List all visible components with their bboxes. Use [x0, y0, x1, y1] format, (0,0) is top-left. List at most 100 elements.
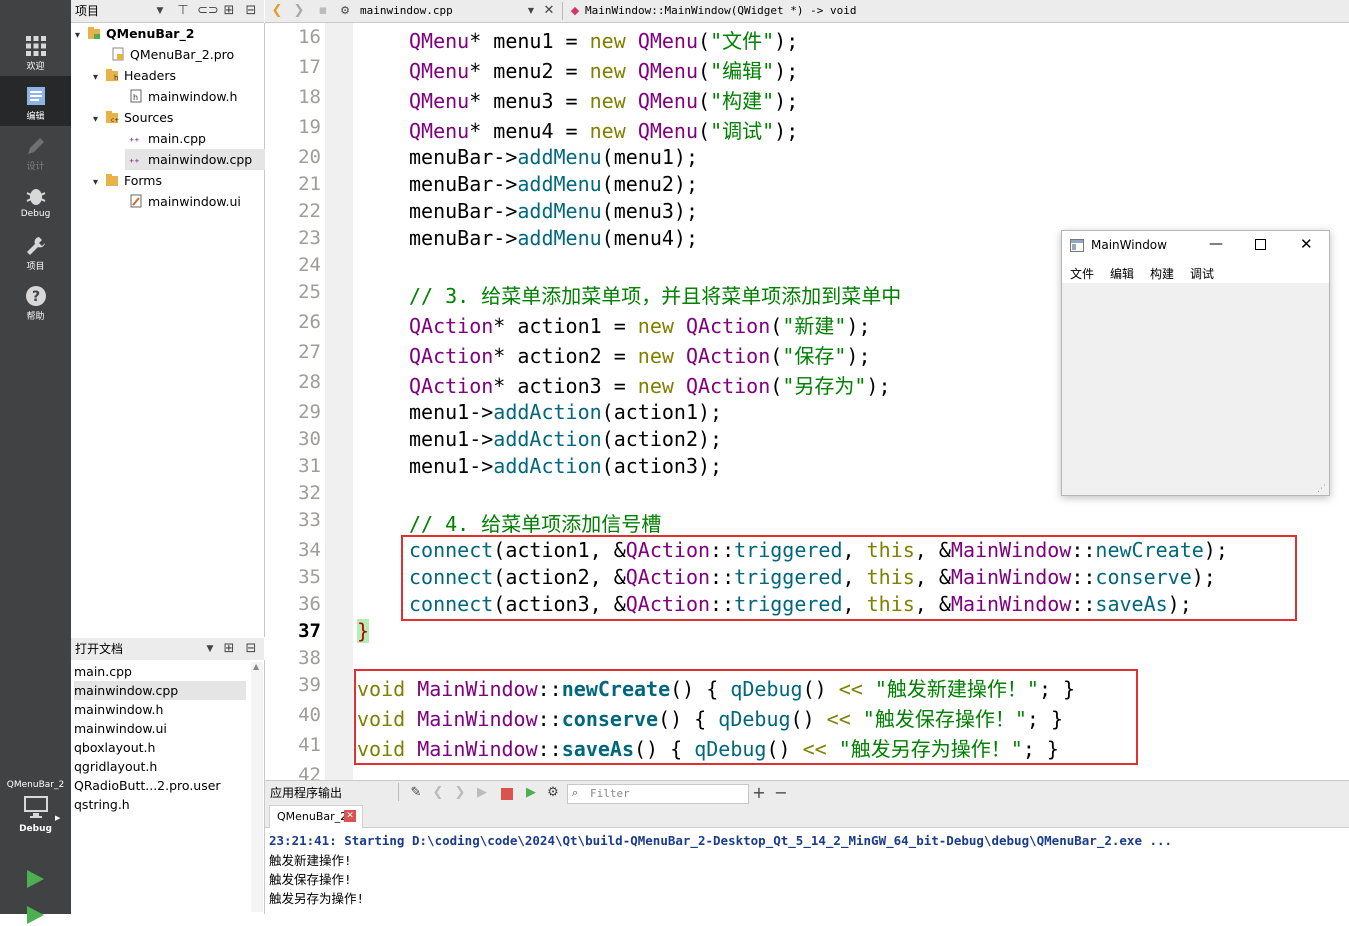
- close-tab-icon[interactable]: ✕: [344, 810, 356, 822]
- current-symbol[interactable]: MainWindow::MainWindow(QWidget *) -> voi…: [585, 0, 857, 22]
- line-number: 16: [298, 26, 321, 48]
- run-button[interactable]: [24, 868, 46, 890]
- zoom-in-icon[interactable]: +: [751, 785, 767, 801]
- filter-icon[interactable]: ⊤: [175, 3, 191, 19]
- open-doc-item[interactable]: QRadioButt...2.pro.user: [74, 776, 246, 795]
- mode-debug[interactable]: Debug: [0, 176, 71, 226]
- filter-placeholder: Filter: [590, 787, 630, 800]
- line-number: 29: [298, 401, 321, 423]
- expand-arrow-icon[interactable]: ▾: [93, 109, 105, 130]
- tree-item-project[interactable]: ▾ QMenuBar_2: [75, 23, 194, 44]
- split-icon[interactable]: ⊞: [221, 3, 237, 19]
- close-panel-icon[interactable]: ⊟: [243, 641, 259, 657]
- scrollbar[interactable]: ▲: [251, 662, 263, 912]
- grid-icon: [25, 36, 46, 56]
- debug-run-button[interactable]: [24, 904, 46, 926]
- open-doc-item[interactable]: qstring.h: [74, 795, 246, 814]
- open-doc-item[interactable]: qgridlayout.h: [74, 757, 246, 776]
- mode-label: 欢迎: [26, 62, 45, 72]
- link-icon[interactable]: ⊂⊃: [197, 3, 219, 19]
- menu-debug[interactable]: 调试: [1190, 265, 1214, 282]
- expand-arrow-icon[interactable]: ▾: [75, 25, 87, 46]
- code-line-28: QAction* action3 = new QAction("另存为");: [409, 374, 891, 398]
- filter-input[interactable]: ⌕ Filter: [567, 784, 749, 804]
- menu-file[interactable]: 文件: [1070, 265, 1094, 282]
- open-doc-item[interactable]: mainwindow.ui: [74, 719, 246, 738]
- tree-item-mainwindow-ui[interactable]: mainwindow.ui: [129, 191, 241, 212]
- project-panel-title[interactable]: 项目: [75, 0, 99, 22]
- line-number: 23: [298, 227, 321, 249]
- scroll-up-icon[interactable]: ▲: [253, 662, 259, 671]
- line-number: 21: [298, 173, 321, 195]
- resize-grip-icon[interactable]: ⋰: [1317, 484, 1326, 494]
- attach-debugger-icon[interactable]: ▶: [523, 785, 539, 801]
- kit-selector[interactable]: QMenuBar_2 ▶ Debug: [0, 780, 71, 834]
- next-icon[interactable]: ❯: [452, 785, 468, 801]
- line-number: 28: [298, 371, 321, 393]
- output-line: 触发另存为操作!: [269, 891, 365, 906]
- mode-edit[interactable]: 编辑: [0, 76, 71, 126]
- folder-cpp-icon: c+: [106, 111, 119, 124]
- zoom-out-icon[interactable]: −: [773, 785, 789, 801]
- line-number: 36: [298, 593, 321, 615]
- mode-projects[interactable]: 项目: [0, 226, 71, 276]
- current-file[interactable]: mainwindow.cpp: [360, 0, 453, 22]
- line-number: 19: [298, 116, 321, 138]
- tree-item-sources[interactable]: ▾ c+ Sources: [93, 107, 173, 128]
- output-tabs: QMenuBar_2 ✕: [265, 805, 1349, 828]
- search-icon: ⌕: [572, 786, 579, 799]
- rerun-icon[interactable]: ▶: [474, 785, 490, 801]
- app-window[interactable]: MainWindow — ✕ 文件 编辑 构建 调试 ⋰: [1061, 230, 1330, 496]
- tree-item-forms[interactable]: ▾ Forms: [93, 170, 162, 191]
- svg-text:?: ?: [31, 289, 39, 305]
- code-line-17: QMenu* menu2 = new QMenu("编辑");: [409, 59, 799, 83]
- split-icon[interactable]: ⊞: [221, 641, 237, 657]
- tree-item-pro-file[interactable]: QMenuBar_2.pro: [111, 44, 234, 65]
- forward-icon[interactable]: ❯: [291, 3, 307, 19]
- expand-arrow-icon[interactable]: ▾: [93, 67, 105, 88]
- chevron-down-icon[interactable]: ▼: [523, 3, 539, 19]
- open-doc-item[interactable]: mainwindow.cpp: [74, 681, 246, 700]
- code-line-27: QAction* action2 = new QAction("保存");: [409, 344, 871, 368]
- mode-design[interactable]: 设计: [0, 126, 71, 176]
- mode-welcome[interactable]: 欢迎: [0, 26, 71, 76]
- settings-gear-icon[interactable]: ⚙: [545, 785, 561, 801]
- prev-icon[interactable]: ❮: [430, 785, 446, 801]
- symbol-icon: ◆: [570, 4, 580, 17]
- stop-button[interactable]: [501, 788, 513, 800]
- output-console[interactable]: 23:21:41: Starting D:\coding\code\2024\Q…: [265, 828, 1349, 914]
- chevron-down-icon[interactable]: ▼: [202, 641, 218, 657]
- tree-item-mainwindow-h[interactable]: h mainwindow.h: [129, 86, 237, 107]
- line-number: 38: [298, 647, 321, 669]
- chevron-down-icon[interactable]: ▼: [152, 3, 168, 19]
- window-titlebar[interactable]: MainWindow — ✕: [1062, 231, 1329, 261]
- tree-item-mainwindow-cpp[interactable]: ⁺⁺ mainwindow.cpp: [125, 149, 267, 170]
- mode-help[interactable]: ? 帮助: [0, 276, 71, 326]
- expand-arrow-icon[interactable]: ▾: [93, 172, 105, 193]
- open-doc-item[interactable]: main.cpp: [74, 662, 246, 681]
- open-docs-title[interactable]: 打开文档: [75, 638, 123, 660]
- open-doc-item[interactable]: mainwindow.h: [74, 700, 246, 719]
- close-panel-icon[interactable]: ⊟: [243, 3, 259, 19]
- menu-edit[interactable]: 编辑: [1110, 265, 1134, 282]
- tree-item-headers[interactable]: ▾ h Headers: [93, 65, 176, 86]
- open-docs-header: 打开文档 ▼ ⊞ ⊟: [71, 638, 264, 661]
- folder-h-icon: h: [106, 69, 118, 82]
- line-number: 34: [298, 539, 321, 561]
- svg-text:h: h: [133, 93, 138, 102]
- back-icon[interactable]: ❮: [269, 3, 285, 19]
- minimize-button[interactable]: —: [1209, 236, 1223, 252]
- tree-label: Forms: [124, 173, 163, 188]
- line-number: 22: [298, 200, 321, 222]
- output-tab[interactable]: QMenuBar_2 ✕: [269, 805, 363, 828]
- close-button[interactable]: ✕: [1300, 235, 1313, 253]
- output-title[interactable]: 应用程序输出: [270, 782, 342, 804]
- close-file-icon[interactable]: ✕: [541, 3, 557, 19]
- divider: [398, 783, 399, 801]
- maximize-button[interactable]: [1255, 239, 1266, 250]
- menu-build[interactable]: 构建: [1150, 265, 1174, 282]
- clear-output-icon[interactable]: ✎: [408, 785, 424, 801]
- highlight-box-slots: [354, 669, 1138, 765]
- open-doc-item[interactable]: qboxlayout.h: [74, 738, 246, 757]
- tree-item-main-cpp[interactable]: ⁺⁺ main.cpp: [129, 128, 206, 149]
